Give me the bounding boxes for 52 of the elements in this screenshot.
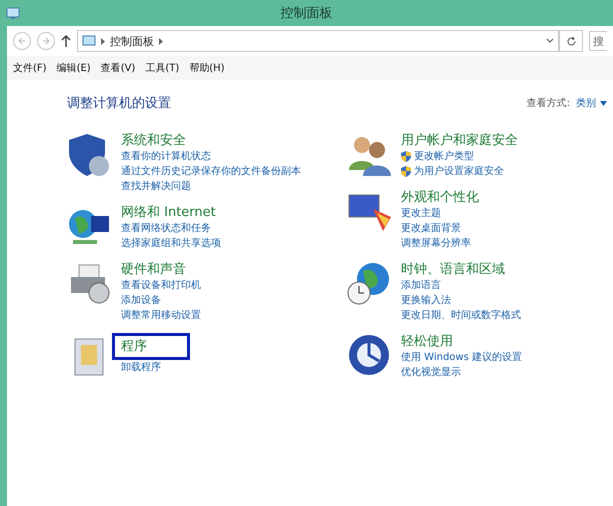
view-by-dropdown[interactable]: 类别	[576, 96, 607, 110]
task-link[interactable]: 更改日期、时间或数字格式	[401, 308, 521, 323]
shield-icon	[401, 166, 411, 177]
task-link[interactable]: 更改帐户类型	[401, 149, 474, 164]
refresh-button[interactable]	[559, 30, 583, 52]
back-arrow-icon	[17, 36, 27, 46]
task-link[interactable]: 查看设备和打印机	[121, 278, 201, 293]
shield-icon	[401, 151, 411, 162]
category-link[interactable]: 时钟、语言和区域	[401, 261, 505, 278]
task-link[interactable]: 卸载程序	[121, 360, 161, 375]
task-link[interactable]: 添加设备	[121, 293, 161, 308]
task-link[interactable]: 选择家庭组和共享选项	[121, 236, 221, 251]
task-link[interactable]: 添加语言	[401, 278, 441, 293]
refresh-icon	[566, 36, 576, 46]
view-by-label: 查看方式:	[526, 96, 570, 110]
category-link[interactable]: 外观和个性化	[401, 189, 479, 206]
task-link[interactable]: 调整屏幕分辨率	[401, 236, 471, 251]
menu-item[interactable]: 编辑(E)	[56, 61, 91, 75]
forward-arrow-icon	[41, 36, 51, 46]
category-link[interactable]: 轻松使用	[401, 333, 453, 350]
category-link[interactable]: 用户帐户和家庭安全	[401, 132, 518, 149]
breadcrumb[interactable]: 控制面板	[110, 34, 154, 48]
category-link[interactable]: 硬件和声音	[121, 261, 186, 278]
chevron-right-icon	[101, 38, 105, 44]
page-heading: 调整计算机的设置	[67, 95, 171, 112]
category-link[interactable]: 程序	[112, 333, 190, 360]
menu-item[interactable]: 文件(F)	[13, 61, 47, 75]
task-link[interactable]: 更改桌面背景	[401, 221, 461, 236]
task-link[interactable]: 优化视觉显示	[401, 365, 461, 380]
task-link[interactable]: 更改主题	[401, 206, 441, 221]
up-arrow-icon[interactable]	[61, 35, 71, 47]
category-link[interactable]: 网络和 Internet	[121, 204, 216, 221]
control-panel-icon	[82, 35, 96, 47]
search-field[interactable]: 搜	[589, 31, 607, 51]
task-link[interactable]: 使用 Windows 建议的设置	[401, 350, 522, 365]
task-link[interactable]: 查看你的计算机状态	[121, 149, 211, 164]
chevron-right-icon	[159, 38, 163, 44]
caret-icon	[600, 100, 607, 106]
menu-item[interactable]: 工具(T)	[145, 61, 180, 75]
task-link[interactable]: 更换输入法	[401, 293, 451, 308]
task-link[interactable]: 查找并解决问题	[121, 179, 191, 194]
menu-item[interactable]: 查看(V)	[100, 61, 136, 75]
menu-item[interactable]: 帮助(H)	[189, 61, 225, 75]
task-link[interactable]: 调整常用移动设置	[121, 308, 201, 323]
task-link[interactable]: 通过文件历史记录保存你的文件备份副本	[121, 164, 301, 179]
category-link[interactable]: 系统和安全	[121, 132, 186, 149]
dropdown-chevron-icon[interactable]	[546, 38, 554, 44]
task-link[interactable]: 为用户设置家庭安全	[401, 164, 504, 179]
task-link[interactable]: 查看网络状态和任务	[121, 221, 211, 236]
window-title: 控制面板	[280, 5, 334, 22]
control-panel-icon	[6, 6, 20, 20]
address-bar[interactable]: 控制面板	[77, 30, 559, 52]
